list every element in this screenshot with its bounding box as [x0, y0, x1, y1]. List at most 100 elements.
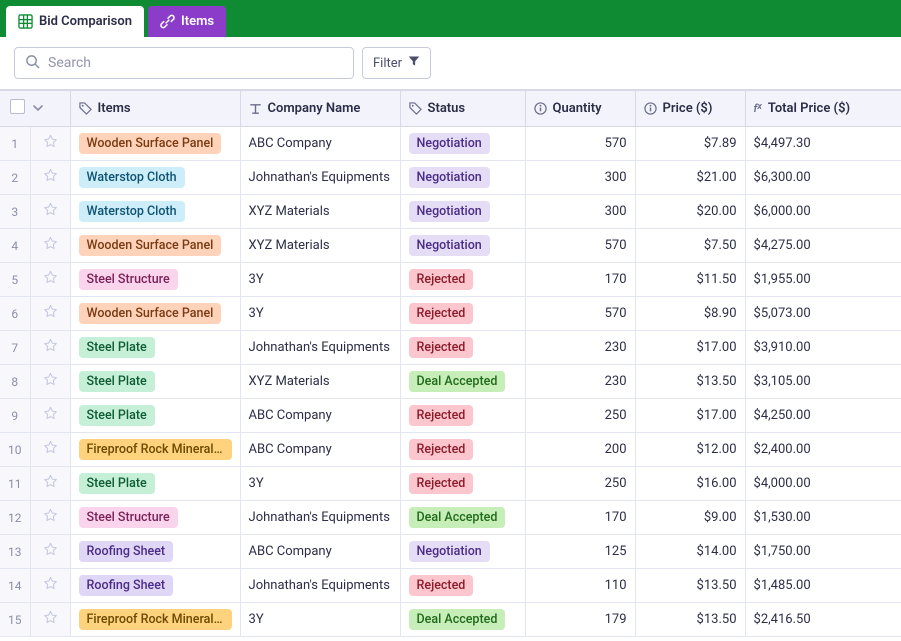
cell-price[interactable]: $11.50 — [635, 263, 745, 297]
cell-items[interactable]: Waterstop Cloth — [70, 195, 240, 229]
cell-total[interactable]: $6,000.00 — [745, 195, 901, 229]
cell-company[interactable]: Johnathan's Equipments — [240, 161, 400, 195]
cell-price[interactable]: $17.00 — [635, 331, 745, 365]
cell-items[interactable]: Fireproof Rock Mineral Wool — [70, 433, 240, 467]
table-row[interactable]: 2Waterstop ClothJohnathan's EquipmentsNe… — [0, 161, 901, 195]
row-star[interactable] — [30, 569, 70, 603]
tab-bid-comparison[interactable]: Bid Comparison — [6, 6, 144, 37]
table-row[interactable]: 3Waterstop ClothXYZ MaterialsNegotiation… — [0, 195, 901, 229]
cell-company[interactable]: XYZ Materials — [240, 195, 400, 229]
table-row[interactable]: 14Roofing SheetJohnathan's EquipmentsRej… — [0, 569, 901, 603]
chevron-down-icon[interactable] — [32, 102, 44, 114]
cell-status[interactable]: Negotiation — [400, 127, 525, 161]
cell-price[interactable]: $9.00 — [635, 501, 745, 535]
cell-status[interactable]: Rejected — [400, 331, 525, 365]
cell-status[interactable]: Deal Accepted — [400, 603, 525, 637]
cell-price[interactable]: $8.90 — [635, 297, 745, 331]
cell-total[interactable]: $5,073.00 — [745, 297, 901, 331]
row-star[interactable] — [30, 501, 70, 535]
select-all-checkbox[interactable] — [10, 99, 25, 114]
cell-total[interactable]: $4,250.00 — [745, 399, 901, 433]
cell-status[interactable]: Rejected — [400, 297, 525, 331]
table-row[interactable]: 6Wooden Surface Panel3YRejected570$8.90$… — [0, 297, 901, 331]
cell-items[interactable]: Steel Plate — [70, 399, 240, 433]
cell-items[interactable]: Steel Plate — [70, 331, 240, 365]
header-total[interactable]: fxTotal Price ($) — [745, 91, 901, 127]
cell-quantity[interactable]: 230 — [525, 365, 635, 399]
header-price[interactable]: Price ($) — [635, 91, 745, 127]
table-row[interactable]: 11Steel Plate3YRejected250$16.00$4,000.0… — [0, 467, 901, 501]
cell-quantity[interactable]: 250 — [525, 467, 635, 501]
row-star[interactable] — [30, 263, 70, 297]
cell-status[interactable]: Negotiation — [400, 229, 525, 263]
cell-company[interactable]: 3Y — [240, 263, 400, 297]
cell-total[interactable]: $1,485.00 — [745, 569, 901, 603]
search-box[interactable] — [14, 47, 354, 79]
cell-items[interactable]: Roofing Sheet — [70, 569, 240, 603]
header-quantity[interactable]: Quantity — [525, 91, 635, 127]
cell-quantity[interactable]: 125 — [525, 535, 635, 569]
row-star[interactable] — [30, 331, 70, 365]
cell-quantity[interactable]: 570 — [525, 229, 635, 263]
cell-total[interactable]: $4,497.30 — [745, 127, 901, 161]
tab-items[interactable]: Items — [148, 6, 226, 37]
cell-company[interactable]: XYZ Materials — [240, 365, 400, 399]
cell-items[interactable]: Roofing Sheet — [70, 535, 240, 569]
cell-company[interactable]: 3Y — [240, 297, 400, 331]
row-star[interactable] — [30, 127, 70, 161]
cell-price[interactable]: $7.50 — [635, 229, 745, 263]
cell-company[interactable]: Johnathan's Equipments — [240, 569, 400, 603]
header-items[interactable]: Items — [70, 91, 240, 127]
cell-items[interactable]: Waterstop Cloth — [70, 161, 240, 195]
row-star[interactable] — [30, 195, 70, 229]
cell-total[interactable]: $4,000.00 — [745, 467, 901, 501]
cell-quantity[interactable]: 200 — [525, 433, 635, 467]
cell-status[interactable]: Negotiation — [400, 161, 525, 195]
cell-price[interactable]: $12.00 — [635, 433, 745, 467]
row-star[interactable] — [30, 365, 70, 399]
cell-company[interactable]: 3Y — [240, 603, 400, 637]
table-row[interactable]: 9Steel PlateABC CompanyRejected250$17.00… — [0, 399, 901, 433]
cell-company[interactable]: ABC Company — [240, 535, 400, 569]
cell-quantity[interactable]: 300 — [525, 195, 635, 229]
cell-price[interactable]: $7.89 — [635, 127, 745, 161]
cell-company[interactable]: ABC Company — [240, 399, 400, 433]
cell-company[interactable]: Johnathan's Equipments — [240, 331, 400, 365]
table-row[interactable]: 1Wooden Surface PanelABC CompanyNegotiat… — [0, 127, 901, 161]
table-row[interactable]: 10Fireproof Rock Mineral WoolABC Company… — [0, 433, 901, 467]
row-star[interactable] — [30, 229, 70, 263]
cell-price[interactable]: $13.50 — [635, 365, 745, 399]
cell-items[interactable]: Fireproof Rock Mineral Wool — [70, 603, 240, 637]
table-row[interactable]: 4Wooden Surface PanelXYZ MaterialsNegoti… — [0, 229, 901, 263]
cell-items[interactable]: Steel Plate — [70, 365, 240, 399]
cell-status[interactable]: Negotiation — [400, 535, 525, 569]
cell-quantity[interactable]: 570 — [525, 297, 635, 331]
cell-price[interactable]: $16.00 — [635, 467, 745, 501]
cell-quantity[interactable]: 300 — [525, 161, 635, 195]
table-row[interactable]: 13Roofing SheetABC CompanyNegotiation125… — [0, 535, 901, 569]
cell-total[interactable]: $2,400.00 — [745, 433, 901, 467]
cell-items[interactable]: Steel Plate — [70, 467, 240, 501]
cell-price[interactable]: $20.00 — [635, 195, 745, 229]
cell-price[interactable]: $13.50 — [635, 569, 745, 603]
cell-price[interactable]: $21.00 — [635, 161, 745, 195]
cell-company[interactable]: ABC Company — [240, 433, 400, 467]
cell-quantity[interactable]: 179 — [525, 603, 635, 637]
table-row[interactable]: 8Steel PlateXYZ MaterialsDeal Accepted23… — [0, 365, 901, 399]
header-company[interactable]: Company Name — [240, 91, 400, 127]
filter-button[interactable]: Filter — [362, 47, 431, 79]
cell-quantity[interactable]: 250 — [525, 399, 635, 433]
cell-status[interactable]: Rejected — [400, 433, 525, 467]
cell-total[interactable]: $1,955.00 — [745, 263, 901, 297]
search-input[interactable] — [48, 55, 343, 71]
cell-total[interactable]: $1,530.00 — [745, 501, 901, 535]
cell-price[interactable]: $17.00 — [635, 399, 745, 433]
cell-company[interactable]: 3Y — [240, 467, 400, 501]
cell-price[interactable]: $14.00 — [635, 535, 745, 569]
table-row[interactable]: 5Steel Structure3YRejected170$11.50$1,95… — [0, 263, 901, 297]
row-star[interactable] — [30, 535, 70, 569]
cell-quantity[interactable]: 170 — [525, 263, 635, 297]
cell-status[interactable]: Rejected — [400, 399, 525, 433]
cell-total[interactable]: $1,750.00 — [745, 535, 901, 569]
row-star[interactable] — [30, 399, 70, 433]
